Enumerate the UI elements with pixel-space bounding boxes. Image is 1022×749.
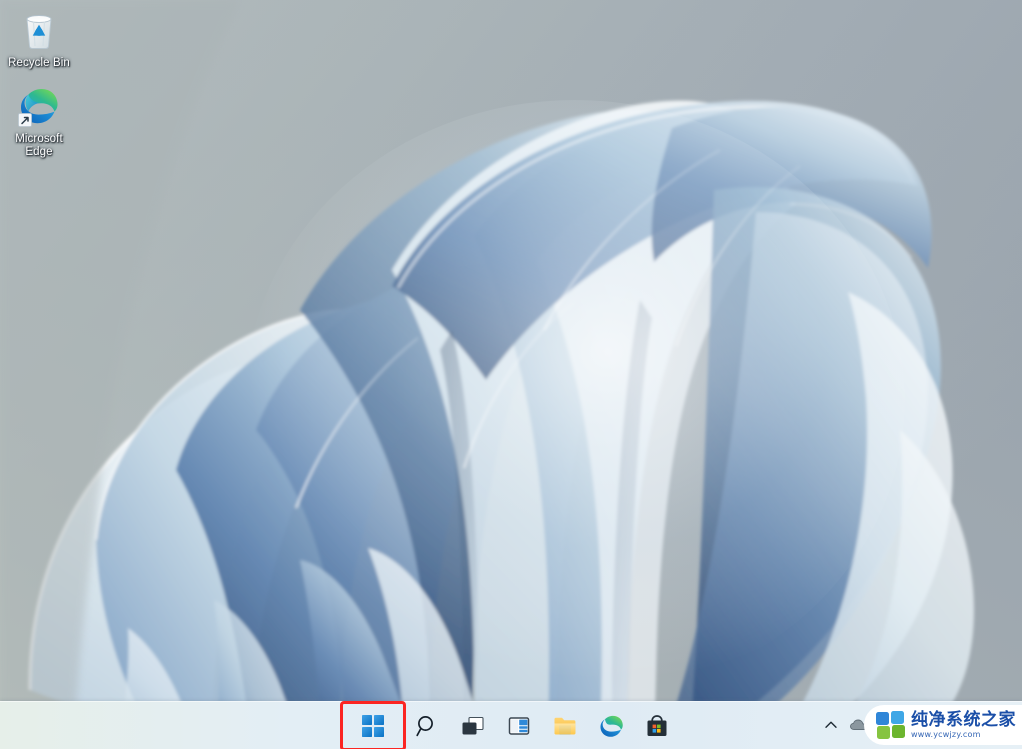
ime-indicator-label: 英: [936, 717, 950, 733]
task-view-icon: [462, 716, 484, 734]
search-button[interactable]: [404, 705, 450, 747]
recycle-bin-icon: [17, 8, 61, 52]
chevron-up-icon: [825, 721, 837, 728]
widgets-button[interactable]: [496, 705, 542, 747]
volume-button[interactable]: [902, 705, 930, 745]
network-monitor-icon: [880, 718, 895, 731]
show-hidden-icons-button[interactable]: [818, 705, 844, 745]
file-explorer-button[interactable]: [542, 705, 588, 747]
store-bag-icon: [647, 714, 667, 736]
edge-button[interactable]: [588, 705, 634, 747]
edge-icon: [600, 715, 623, 737]
windows-logo-icon: [362, 714, 384, 737]
folder-icon: [554, 717, 576, 734]
start-button[interactable]: [340, 700, 406, 749]
search-icon: [416, 715, 433, 736]
desktop-icon-label: Recycle Bin: [8, 57, 70, 69]
desktop-icon-label: Microsoft Edge: [15, 133, 63, 158]
cloud-icon: [850, 719, 868, 731]
desktop-screen: Recycle Bin Microsoft Edge 英 纯净系统之家 www.…: [0, 0, 1022, 749]
system-tray: 英: [818, 701, 1022, 749]
taskbar-center-buttons: [340, 700, 680, 749]
store-button[interactable]: [634, 705, 680, 747]
desktop-icon-recycle-bin[interactable]: Recycle Bin: [0, 4, 78, 70]
taskbar: 英 纯净系统之家 www.ycwjzy.com: [0, 700, 1022, 749]
desktop-icon-list: Recycle Bin Microsoft Edge: [0, 4, 160, 159]
network-button[interactable]: [874, 705, 902, 745]
onedrive-button[interactable]: [844, 705, 874, 745]
widgets-icon: [508, 716, 530, 735]
edge-icon: [17, 84, 61, 128]
desktop-icon-microsoft-edge[interactable]: Microsoft Edge: [0, 80, 78, 159]
speaker-icon: [908, 719, 923, 731]
task-view-button[interactable]: [450, 705, 496, 747]
ime-indicator-button[interactable]: 英: [930, 705, 956, 745]
